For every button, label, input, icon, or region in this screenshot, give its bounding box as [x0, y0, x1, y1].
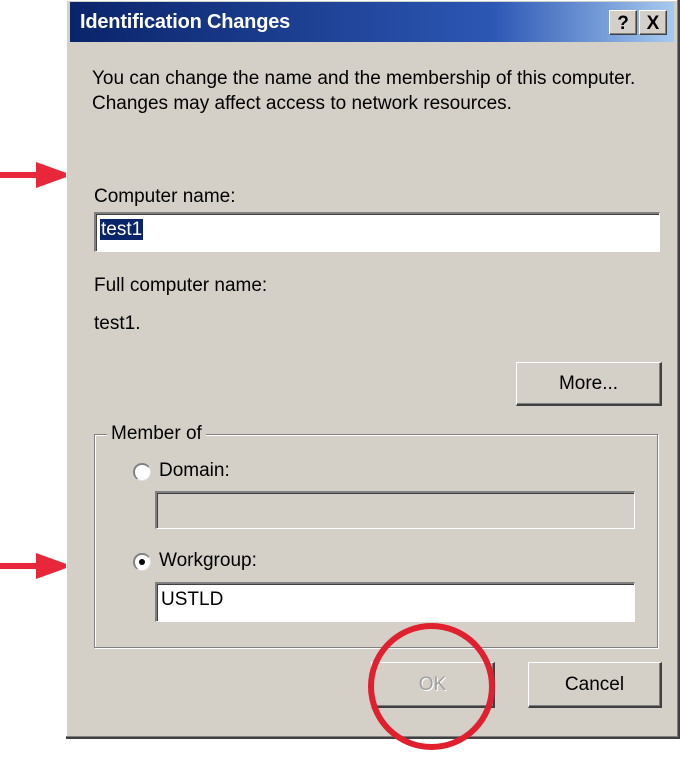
workgroup-radio[interactable]	[133, 553, 151, 571]
title-bar[interactable]: Identification Changes ? X	[70, 2, 674, 42]
member-of-legend: Member of	[107, 423, 206, 445]
workgroup-label: Workgroup:	[159, 550, 257, 571]
member-of-group: Member of Domain: Workgroup: USTLD	[94, 423, 658, 648]
close-button[interactable]: X	[639, 10, 667, 35]
dialog-title: Identification Changes	[80, 11, 291, 33]
computer-name-input[interactable]: test1	[94, 212, 660, 252]
annotation-arrow-workgroup	[0, 553, 72, 579]
domain-input[interactable]	[155, 491, 635, 529]
identification-changes-dialog: Identification Changes ? X You can chang…	[66, 0, 680, 739]
description-text: You can change the name and the membersh…	[92, 68, 636, 114]
full-computer-name-label: Full computer name:	[94, 275, 268, 296]
domain-radio[interactable]	[133, 463, 151, 481]
cancel-button[interactable]: Cancel	[528, 662, 662, 708]
domain-label: Domain:	[159, 460, 230, 481]
annotation-arrow-computer-name	[0, 162, 72, 188]
full-computer-name-value: test1.	[94, 313, 141, 334]
workgroup-input[interactable]: USTLD	[155, 582, 635, 622]
annotation-circle-ok	[368, 623, 495, 750]
workgroup-radio-dot	[139, 559, 145, 565]
computer-name-label: Computer name:	[94, 186, 236, 207]
more-button[interactable]: More...	[516, 362, 662, 406]
help-button[interactable]: ?	[609, 10, 637, 35]
computer-name-value: test1	[100, 219, 144, 240]
